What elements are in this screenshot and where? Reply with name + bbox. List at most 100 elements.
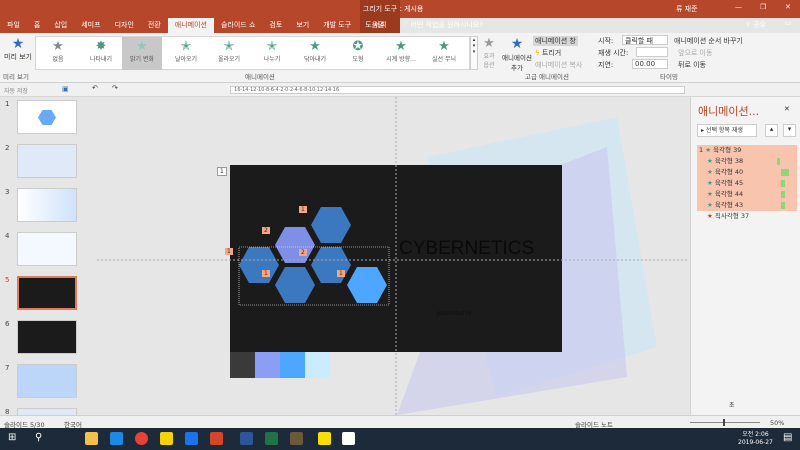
tab-review[interactable]: 검토 [262, 18, 289, 33]
share-button[interactable]: ⇪ 공유 [745, 20, 766, 30]
status-bar: 슬라이드 5/30 한국어 슬라이드 노트 50% [0, 415, 800, 429]
user-name[interactable]: 류 재준 [676, 4, 698, 14]
list-item[interactable]: ★ 육각형 43 [697, 200, 797, 211]
reorder-label: 애니메이션 순서 바꾸기 [674, 37, 743, 45]
app-icon[interactable] [185, 432, 198, 445]
effect-label: 나타내기 [89, 56, 113, 63]
app-icon[interactable] [290, 432, 303, 445]
move-earlier-button[interactable]: 앞으로 이동 [678, 48, 712, 58]
slide-thumb-7[interactable] [17, 364, 77, 398]
notion-icon[interactable] [342, 432, 355, 445]
tab-transitions[interactable]: 전환 [141, 18, 168, 33]
effect-appear[interactable]: ✸ 나타내기 [81, 40, 121, 64]
pane-close-icon[interactable]: ✕ [784, 105, 790, 113]
animation-tag[interactable]: 1 [262, 270, 270, 277]
tab-developer[interactable]: 개발 도구 [316, 18, 358, 33]
effect-fly-in[interactable]: ✭ 날아오기 [166, 40, 206, 64]
add-animation-button[interactable]: ★ 애니메이션 추가 [502, 36, 532, 72]
excel-icon[interactable] [265, 432, 278, 445]
tab-file[interactable]: 파일 [0, 18, 27, 33]
word-icon[interactable] [240, 432, 253, 445]
duration-input[interactable] [636, 47, 668, 57]
effect-options-button[interactable]: ★ 효과 옵션 [480, 36, 498, 69]
slide-thumb-2[interactable] [17, 144, 77, 178]
star-icon: ★ [395, 39, 407, 54]
tell-me-search[interactable]: ♡ 어떤 작업을 원하시나요? [402, 20, 483, 30]
kakaotalk-icon[interactable] [160, 432, 173, 445]
list-item[interactable]: ★ 직사각형 37 [697, 211, 797, 222]
comments-icon[interactable]: ▭ [785, 19, 792, 27]
effect-float-in[interactable]: ✭ 올라오기 [209, 39, 249, 64]
list-item[interactable]: ★ 육각형 45 [697, 178, 797, 189]
effect-wheel[interactable]: ★ 시계 방향... [381, 39, 421, 64]
restore-icon[interactable]: ❐ [760, 3, 766, 11]
list-item[interactable]: ★ 육각형 38 [697, 156, 797, 167]
move-later-button[interactable]: 뒤로 이동 [678, 60, 706, 70]
notifications-icon[interactable]: ▤ [783, 432, 792, 443]
delay-input[interactable]: 00.00 [632, 59, 668, 69]
tab-animations[interactable]: 애니메이션 [167, 18, 214, 33]
animation-tag[interactable]: 1 [299, 206, 307, 213]
slide-thumb-5[interactable] [17, 276, 77, 310]
animation-tag[interactable]: 2 [262, 227, 270, 234]
slide-number: 1 [5, 100, 10, 108]
search-icon[interactable]: ⚲ [35, 432, 42, 443]
animation-tag[interactable]: 2 [299, 249, 307, 256]
tab-home[interactable]: 홈 [27, 18, 47, 33]
effect-none[interactable]: ★ 없음 [38, 40, 78, 64]
ie-icon[interactable] [110, 432, 123, 445]
effect-shape[interactable]: ✪ 도형 [338, 39, 378, 64]
effect-label: 도형 [352, 56, 364, 63]
slide-thumb-3[interactable] [17, 188, 77, 222]
start-dropdown[interactable]: 클릭할 때 [622, 35, 668, 45]
slide-thumb-6[interactable] [17, 320, 77, 354]
save-icon[interactable]: ▣ [62, 85, 69, 93]
gallery-scroll[interactable]: ▴ ▾ ▾ [470, 36, 478, 70]
close-icon[interactable]: ✕ [785, 3, 791, 11]
redo-icon[interactable]: ↷ [112, 84, 118, 92]
chrome-icon[interactable] [135, 432, 148, 445]
move-up-button[interactable]: ▴ [765, 124, 778, 137]
move-down-button[interactable]: ▾ [783, 124, 796, 137]
zoom-slider[interactable] [690, 419, 760, 426]
powerpoint-icon[interactable] [210, 432, 223, 445]
horizontal-ruler: 16·14·12·10·8·6·4·2·0·2·4·6·8·10·12·14·1… [230, 86, 685, 94]
minimize-icon[interactable]: — [735, 3, 742, 11]
play-label: 선택 항목 재생 [705, 127, 743, 134]
animation-painter-button[interactable]: 애니메이션 복사 [535, 60, 582, 70]
autosave-toggle[interactable]: 자동 저장 [4, 86, 28, 95]
tab-view[interactable]: 보기 [289, 18, 316, 33]
effect-fade[interactable]: ★ 밝기 변화 [122, 37, 162, 70]
sticky-icon[interactable] [318, 432, 331, 445]
star-icon: ✭ [223, 39, 235, 54]
tab-slideshow[interactable]: 슬라이드 쇼 [214, 18, 262, 33]
play-selected-button[interactable]: ▸ 선택 항목 재생 [697, 124, 757, 137]
clock[interactable]: 오전 2:06 2019-06-27 [738, 431, 773, 447]
slide-thumb-4[interactable] [17, 232, 77, 266]
effect-options-label: 효과 옵션 [483, 53, 495, 69]
effect-wipe[interactable]: ★ 닦아내기 [295, 40, 335, 64]
star-icon: ✪ [352, 39, 364, 54]
file-explorer-icon[interactable] [85, 432, 98, 445]
zoom-level[interactable]: 50% [770, 419, 784, 427]
undo-icon[interactable]: ↶ [92, 84, 98, 92]
tab-help[interactable]: 도움말 [358, 18, 391, 33]
animation-pane-button[interactable]: 애니메이션 창 [533, 36, 578, 46]
tab-semipro[interactable]: 세미프 [74, 18, 107, 33]
effect-split[interactable]: ✭ 나누기 [252, 40, 292, 64]
trigger-button[interactable]: ϟ 트리거 [535, 48, 561, 58]
tab-design[interactable]: 디자인 [108, 18, 141, 33]
list-item[interactable]: ★ 육각형 44 [697, 189, 797, 200]
animation-tag[interactable]: 1 [337, 270, 345, 277]
tab-insert[interactable]: 삽입 [47, 18, 74, 33]
slide-thumb-1[interactable] [17, 100, 77, 134]
windows-start-icon[interactable]: ⊞ [8, 432, 16, 443]
effect-label: 올라오기 [217, 56, 241, 63]
animation-pane: 애니메이션... ✕ ▸ 선택 항목 재생 ▴ ▾ 1 ★ 육각형 39 ★ 육… [690, 97, 800, 415]
list-item[interactable]: 1 ★ 육각형 39 [697, 145, 797, 156]
preview-button[interactable]: ★ 미리 보기 [3, 36, 33, 62]
effect-random-bars[interactable]: ★ 실선 무늬 [424, 40, 464, 64]
animation-tag[interactable]: 1 [225, 248, 233, 255]
animation-tag[interactable]: 1 [217, 167, 227, 176]
list-item[interactable]: ★ 육각형 40 [697, 167, 797, 178]
